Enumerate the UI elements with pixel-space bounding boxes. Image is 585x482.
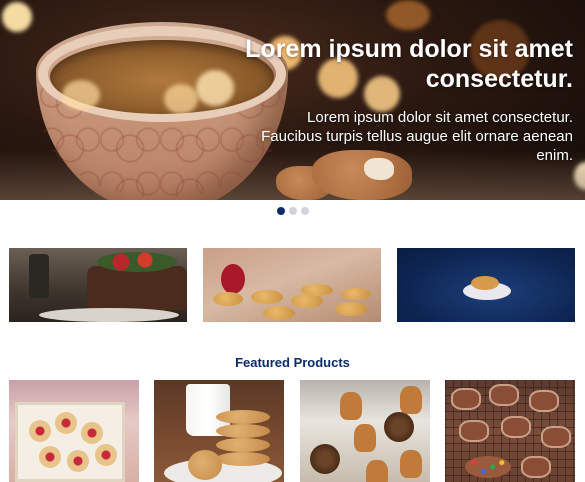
cookie: [55, 412, 77, 434]
cookie: [213, 292, 243, 306]
cookie: [471, 276, 499, 290]
pine-cone: [384, 412, 414, 442]
gingerbread-man: [400, 450, 422, 478]
tea-reflection: [164, 84, 198, 114]
wax-seal: [221, 264, 245, 294]
cookie: [521, 456, 551, 478]
cookie: [216, 452, 270, 466]
pine-cone: [310, 444, 340, 474]
cookie: [301, 284, 333, 296]
cookie: [188, 450, 222, 480]
gingerbread-man: [400, 386, 422, 414]
promo-banner-3[interactable]: [397, 248, 575, 322]
cookie: [216, 410, 270, 424]
cookie: [81, 422, 103, 444]
featured-products-heading: Featured Products: [235, 355, 350, 370]
cookie: [529, 390, 559, 412]
tea-reflection: [196, 70, 234, 106]
bokeh-light: [386, 0, 430, 30]
carousel-indicators: [0, 207, 585, 217]
cookie: [39, 446, 61, 468]
hero-subtitle: Lorem ipsum dolor sit amet consectetur. …: [261, 109, 573, 164]
gingerbread-man: [366, 460, 388, 482]
cake: [87, 266, 187, 310]
deer-figurine: [29, 254, 49, 298]
hero-banner: Lorem ipsum dolor sit amet consectetur. …: [0, 0, 585, 200]
promo-banner-2[interactable]: [203, 248, 381, 322]
hero-title: Lorem ipsum dolor sit amet consectetur.: [245, 35, 573, 93]
cookie: [335, 302, 367, 316]
cookie: [291, 294, 323, 308]
gingerbread-man: [354, 424, 376, 452]
cookie: [263, 306, 295, 320]
plate: [39, 308, 179, 322]
bokeh-light: [2, 2, 32, 32]
cookie: [67, 450, 89, 472]
gingerbread-man: [340, 392, 362, 420]
product-card-1[interactable]: [9, 380, 139, 482]
product-card-2[interactable]: [154, 380, 284, 482]
cookie: [341, 288, 371, 300]
cookie: [216, 424, 270, 438]
cookie: [251, 290, 283, 304]
promo-banner-1[interactable]: [9, 248, 187, 322]
product-card-4[interactable]: [445, 380, 575, 482]
cookie: [489, 384, 519, 406]
cookie: [541, 426, 571, 448]
sprinkle-cookie: [465, 456, 511, 478]
tea-reflection: [62, 80, 100, 110]
carousel-dot-2[interactable]: [288, 207, 297, 215]
cookie: [29, 420, 51, 442]
product-card-3[interactable]: [300, 380, 430, 482]
berries-topping: [97, 252, 177, 272]
cookie: [216, 438, 270, 452]
cookie: [501, 416, 531, 438]
carousel-dot-1[interactable]: [276, 207, 285, 215]
cookie: [451, 388, 481, 410]
cookie: [459, 420, 489, 442]
carousel-dot-3[interactable]: [300, 207, 309, 215]
cookie: [95, 444, 117, 466]
